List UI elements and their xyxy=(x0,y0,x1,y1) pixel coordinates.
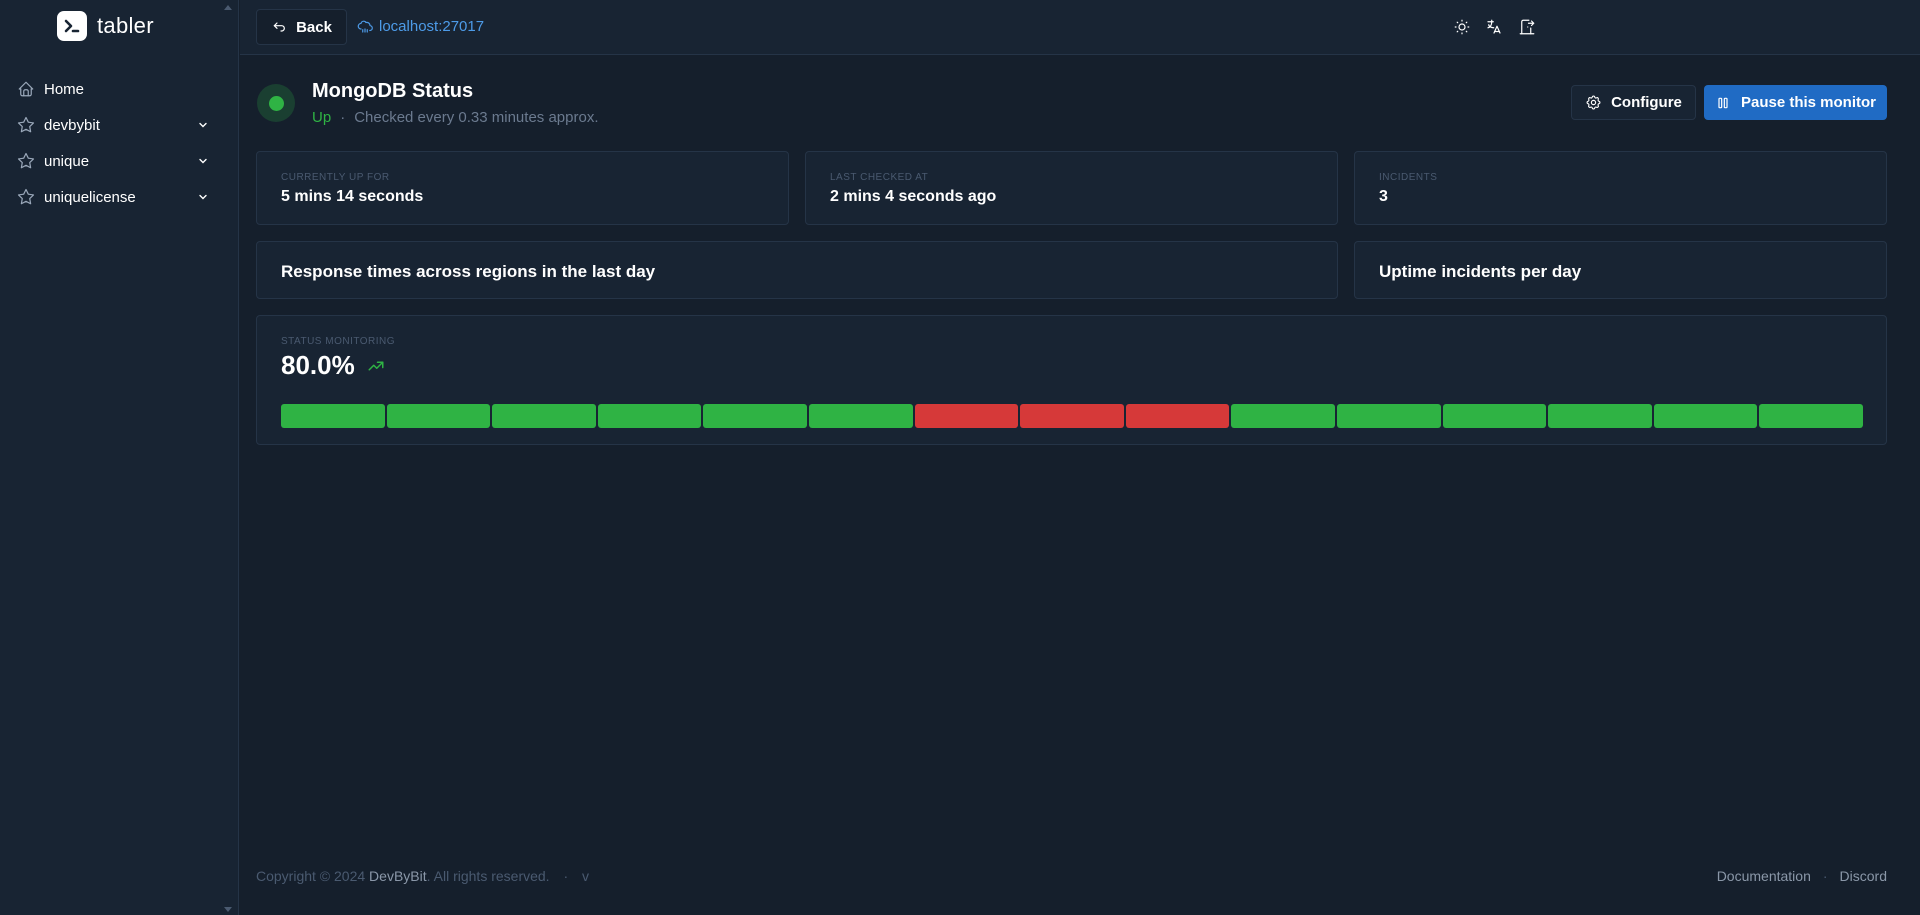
configure-button[interactable]: Configure xyxy=(1571,85,1696,120)
tracking-segment-up[interactable] xyxy=(492,404,596,428)
discord-link[interactable]: Discord xyxy=(1840,868,1887,884)
gear-icon xyxy=(1585,94,1602,111)
scroll-down-arrow-icon[interactable] xyxy=(223,905,233,913)
footer-separator: · xyxy=(1822,868,1828,884)
language-icon[interactable] xyxy=(1483,16,1505,38)
page-title: MongoDB Status xyxy=(312,80,474,102)
page-subtitle: Up · Checked every 0.33 minutes approx. xyxy=(312,109,599,126)
star-icon xyxy=(17,188,35,206)
tracking-segment-up[interactable] xyxy=(1442,404,1547,428)
status-monitoring-subheader: STATUS MONITORING xyxy=(281,336,396,347)
sidebar-nav: Home devbybit unique uniquelicense xyxy=(0,71,239,215)
chevron-down-icon xyxy=(197,191,209,203)
stat-card-incidents: INCIDENTS 3 xyxy=(1354,151,1887,225)
separator-dot: · xyxy=(340,109,346,126)
tracking-segment-up[interactable] xyxy=(1336,404,1441,428)
brand-name: tabler xyxy=(97,13,154,38)
sidebar-item-uniquelicense[interactable]: uniquelicense xyxy=(0,179,239,215)
chevron-down-icon xyxy=(197,119,209,131)
copyright-suffix: . All rights reserved. xyxy=(426,868,550,884)
uptime-percentage: 80.0% xyxy=(281,350,355,380)
tracking-segment-up[interactable] xyxy=(1653,404,1758,428)
host-label: localhost:27017 xyxy=(379,17,485,35)
host-link[interactable]: localhost:27017 xyxy=(356,17,484,35)
home-icon xyxy=(17,80,35,98)
sun-icon[interactable] xyxy=(1451,16,1473,38)
pause-label: Pause this monitor xyxy=(1740,94,1877,111)
card-title: Response times across regions in the las… xyxy=(281,262,656,281)
sidebar-item-unique[interactable]: unique xyxy=(0,143,239,179)
configure-label: Configure xyxy=(1611,94,1682,111)
back-arrow-icon xyxy=(271,19,287,35)
logout-icon[interactable] xyxy=(1516,16,1538,38)
tracking-segment-down[interactable] xyxy=(914,404,1019,428)
stat-value: 3 xyxy=(1379,188,1388,205)
sidebar-item-label: unique xyxy=(44,152,90,170)
terminal-logo-icon xyxy=(57,11,87,41)
status-monitoring-card: STATUS MONITORING 80.0% xyxy=(256,315,1887,445)
tracking-segment-up[interactable] xyxy=(1759,404,1863,428)
stat-card-uptime: CURRENTLY UP FOR 5 mins 14 seconds xyxy=(256,151,789,225)
brand[interactable]: tabler xyxy=(57,11,154,41)
scroll-up-arrow-icon[interactable] xyxy=(223,3,233,11)
tracking-segment-up[interactable] xyxy=(281,404,385,428)
footer-links: Documentation · Discord xyxy=(1717,868,1887,884)
sidebar-item-home[interactable]: Home xyxy=(0,71,239,107)
back-label: Back xyxy=(296,18,332,36)
tracking-segment-up[interactable] xyxy=(703,404,807,428)
star-icon xyxy=(17,152,35,170)
tracking-segment-up[interactable] xyxy=(808,404,913,428)
back-button[interactable]: Back xyxy=(256,9,347,45)
stat-value: 2 mins 4 seconds ago xyxy=(830,188,997,205)
stat-subheader: LAST CHECKED AT xyxy=(830,172,929,183)
stat-subheader: INCIDENTS xyxy=(1379,172,1438,183)
status-dot xyxy=(268,95,284,111)
tracking-segment-up[interactable] xyxy=(386,404,491,428)
top-header: Back localhost:27017 xyxy=(240,0,1920,55)
sidebar: tabler Home devbybit unique uniquelicens… xyxy=(0,0,239,915)
chevron-down-icon xyxy=(197,155,209,167)
sidebar-item-devbybit[interactable]: devbybit xyxy=(0,107,239,143)
cloud-icon xyxy=(356,17,374,35)
tracking-segment-down[interactable] xyxy=(1125,404,1230,428)
tracking-segment-up[interactable] xyxy=(1231,404,1335,428)
status-indicator xyxy=(257,84,295,122)
devbybit-link[interactable]: DevByBit xyxy=(369,868,427,884)
trending-up-icon xyxy=(367,357,385,375)
sidebar-item-label: uniquelicense xyxy=(44,188,136,206)
sidebar-item-label: Home xyxy=(44,80,85,98)
sidebar-item-label: devbybit xyxy=(44,116,100,134)
footer-dot: · xyxy=(563,868,569,884)
stat-card-last-checked: LAST CHECKED AT 2 mins 4 seconds ago xyxy=(805,151,1338,225)
footer-copyright: Copyright © 2024 DevByBit. All rights re… xyxy=(256,868,589,884)
status-tracking-bar xyxy=(281,404,1863,428)
tracking-segment-up[interactable] xyxy=(597,404,702,428)
stat-subheader: CURRENTLY UP FOR xyxy=(281,172,390,183)
check-interval-text: Checked every 0.33 minutes approx. xyxy=(354,109,599,126)
pause-monitor-button[interactable]: Pause this monitor xyxy=(1704,85,1887,120)
uptime-incidents-card: Uptime incidents per day xyxy=(1354,241,1887,299)
documentation-link[interactable]: Documentation xyxy=(1717,868,1811,884)
tracking-segment-up[interactable] xyxy=(1548,404,1652,428)
response-times-card: Response times across regions in the las… xyxy=(256,241,1338,299)
pause-icon xyxy=(1715,95,1731,111)
status-text: Up xyxy=(312,109,332,126)
copyright-prefix: Copyright © 2024 xyxy=(256,868,370,884)
version-text: v xyxy=(582,868,590,884)
stat-value: 5 mins 14 seconds xyxy=(281,188,424,205)
card-title: Uptime incidents per day xyxy=(1379,262,1582,281)
tracking-segment-down[interactable] xyxy=(1020,404,1124,428)
star-icon xyxy=(17,116,35,134)
